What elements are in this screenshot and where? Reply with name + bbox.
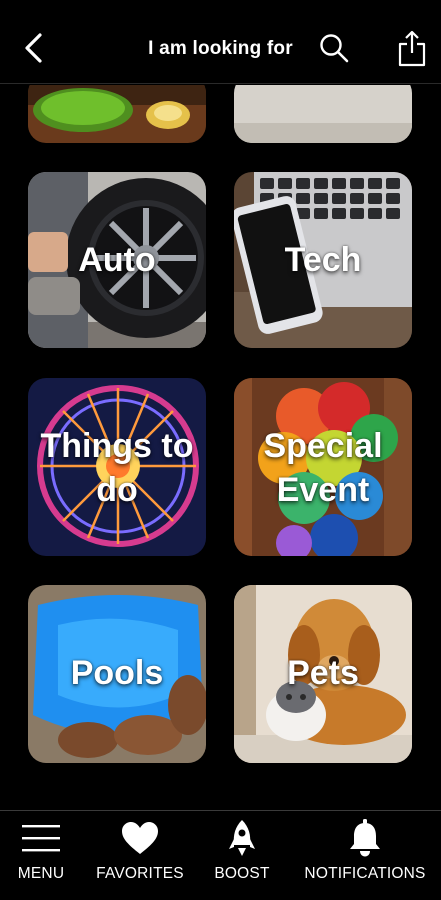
tab-label: FAVORITES [96,865,184,882]
search-button[interactable] [314,28,354,68]
food-image [28,85,206,143]
category-tile-pools[interactable]: Pools [28,585,206,763]
category-tile-special-event[interactable]: Special Event [234,378,412,556]
bell-icon [350,819,380,857]
page-title: I am looking for [148,38,293,59]
category-label: Pets [287,654,359,692]
tab-label: MENU [17,865,65,882]
rocket-icon [229,820,255,856]
category-tile-things-to-do[interactable]: Things to do [28,378,206,556]
category-tile-auto[interactable]: Auto [28,172,206,348]
search-icon [320,34,349,63]
category-label: Auto [78,241,156,279]
bottom-tab-bar: MENU FAVORITES BOOST NOTIFICATIONS [0,810,441,900]
share-button[interactable] [392,28,432,68]
category-grid: Auto Tech Things to do Special Event Poo… [0,85,441,810]
tab-notifications[interactable]: NOTIFICATIONS [300,819,430,891]
category-label: Special Event [263,427,383,509]
category-tile-partial[interactable] [28,85,206,143]
category-tile-partial[interactable] [234,85,412,143]
tab-boost[interactable]: BOOST [210,819,274,891]
tab-label: BOOST [214,865,270,882]
category-tile-tech[interactable]: Tech [234,172,412,348]
share-icon [398,30,426,67]
category-label: Pools [70,654,164,692]
category-label: Tech [284,241,362,279]
category-label: Things to do [40,427,194,509]
tab-favorites[interactable]: FAVORITES [94,819,186,891]
tab-menu[interactable]: MENU [12,819,70,891]
tab-label: NOTIFICATIONS [304,865,426,882]
top-bar: I am looking for [0,0,441,84]
menu-icon [22,825,60,852]
category-tile-pets[interactable]: Pets [234,585,412,763]
heart-icon [122,822,158,854]
partial-image [234,85,412,143]
